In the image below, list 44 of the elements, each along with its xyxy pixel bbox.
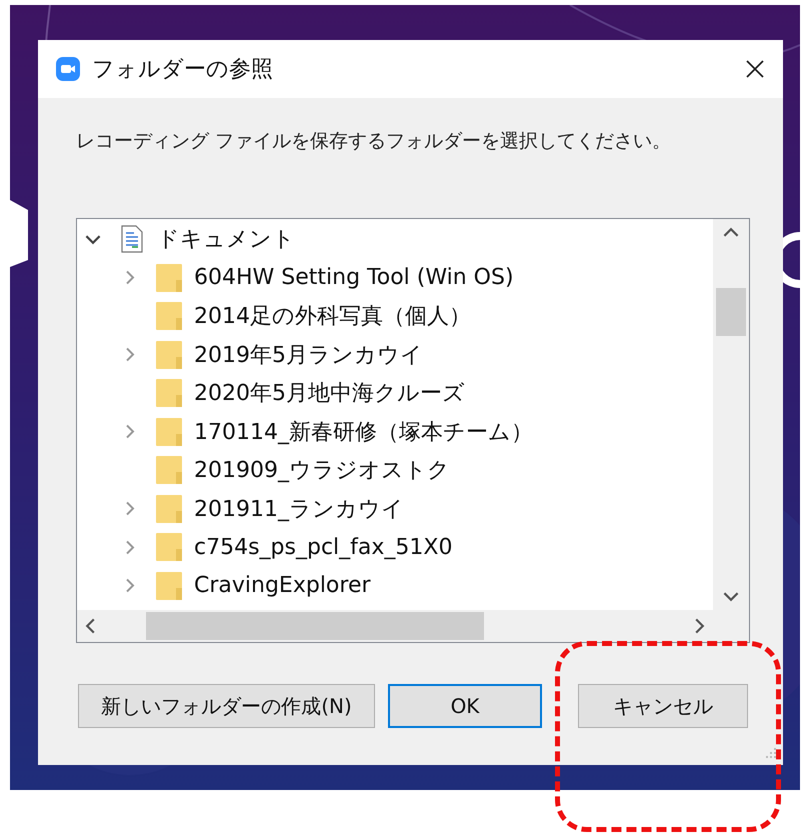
- instruction-text: レコーディング ファイルを保存するフォルダーを選択してください。: [76, 129, 672, 154]
- chevron-right-icon[interactable]: [125, 347, 135, 362]
- chevron-right-icon[interactable]: [125, 270, 135, 286]
- chevron-right-icon[interactable]: [125, 540, 135, 555]
- folder-name[interactable]: 604HW Setting Tool (Win OS): [194, 265, 514, 290]
- folder-name[interactable]: CravingExplorer: [194, 573, 371, 598]
- vertical-scrollbar[interactable]: [713, 219, 749, 610]
- document-icon: [119, 225, 145, 254]
- folder-name[interactable]: 201909_ウラジオストク: [194, 455, 450, 486]
- chevron-right-icon[interactable]: [125, 424, 135, 440]
- dialog-button[interactable]: キャンセル: [578, 684, 748, 728]
- folder-icon: [156, 379, 182, 408]
- folder-name[interactable]: 2020年5月地中海クルーズ: [194, 378, 465, 408]
- scroll-left-icon[interactable]: [85, 618, 96, 634]
- folder-icon: [156, 533, 182, 562]
- folder-name[interactable]: ドキュメント: [157, 224, 295, 254]
- folder-icon: [156, 264, 182, 292]
- scroll-thumb[interactable]: [716, 288, 746, 336]
- window-title: フォルダーの参照: [92, 56, 274, 84]
- scroll-right-icon[interactable]: [694, 618, 705, 634]
- folder-name[interactable]: 2014足の外科写真（個人）: [194, 301, 471, 332]
- chevron-right-icon[interactable]: [125, 501, 135, 516]
- folder-icon: [156, 418, 182, 446]
- chevron-down-icon[interactable]: [85, 234, 101, 245]
- dialog-button[interactable]: 新しいフォルダーの作成(N): [78, 684, 375, 728]
- scroll-thumb[interactable]: [146, 612, 484, 640]
- folder-icon: [156, 572, 182, 600]
- chevron-right-icon[interactable]: [125, 578, 135, 594]
- resize-grip-icon[interactable]: [765, 747, 777, 759]
- folder-name[interactable]: 170114_新春研修（塚本チーム）: [194, 416, 533, 447]
- folder-icon: [156, 340, 182, 369]
- horizontal-scrollbar[interactable]: [77, 610, 713, 642]
- background-shape: [10, 200, 28, 267]
- dialog-button[interactable]: OK: [388, 684, 542, 728]
- scroll-down-icon[interactable]: [723, 591, 739, 602]
- folder-name[interactable]: 201911_ランカウイ: [194, 494, 404, 524]
- folder-icon: [156, 302, 182, 330]
- folder-icon: [156, 494, 182, 523]
- folder-name[interactable]: 2019年5月ランカウイ: [194, 340, 423, 370]
- folder-name[interactable]: c754s_ps_pcl_fax_51X0: [194, 534, 452, 560]
- close-icon[interactable]: [745, 59, 765, 79]
- scroll-up-icon[interactable]: [723, 227, 739, 238]
- folder-icon: [156, 456, 182, 484]
- camera-icon: [56, 57, 80, 81]
